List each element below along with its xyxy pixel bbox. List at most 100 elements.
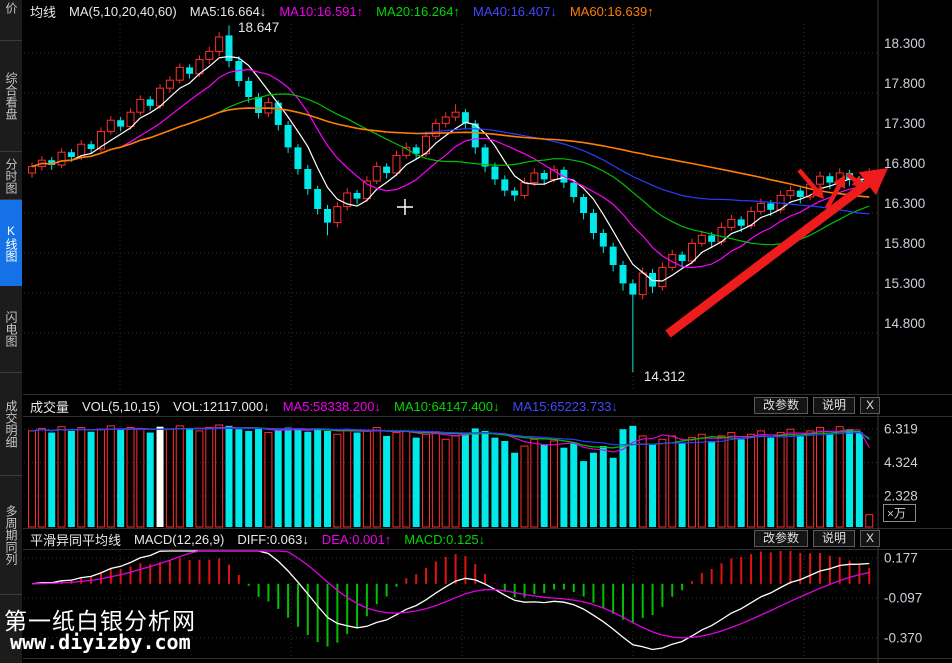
low-price-label: 14.312 bbox=[644, 369, 685, 384]
sidebar-item-intraday[interactable]: 分时图 bbox=[0, 152, 22, 200]
volume-bar bbox=[826, 434, 833, 527]
candle-body-down bbox=[600, 233, 607, 247]
sidebar-filler bbox=[0, 595, 22, 663]
macd-close-button[interactable]: X bbox=[860, 530, 880, 547]
volume-bar bbox=[68, 431, 75, 527]
volume-bar bbox=[285, 428, 292, 527]
volume-bar bbox=[442, 439, 449, 527]
sidebar: 价 综合看盘 分时图 K线图 闪电图 成交明细 多周期同列 bbox=[0, 0, 23, 663]
volume-bar bbox=[88, 432, 95, 527]
sidebar-item-overview[interactable]: 综合看盘 bbox=[0, 41, 22, 152]
volume-bar bbox=[757, 431, 764, 527]
candle-body-down bbox=[797, 191, 804, 197]
volume-bar bbox=[541, 444, 548, 527]
vol-ma15-value: MA15:65223.733↓ bbox=[513, 399, 619, 414]
candle-body-down bbox=[354, 193, 361, 199]
volume-bar bbox=[551, 441, 558, 527]
vol-ma5-value: MA5:58338.200↓ bbox=[283, 399, 381, 414]
macd-formula: MACD(12,26,9) bbox=[134, 532, 224, 547]
candle-body-down bbox=[147, 99, 154, 105]
candle-body-down bbox=[255, 97, 262, 113]
volume-bar bbox=[176, 426, 183, 527]
candle-body-down bbox=[314, 189, 321, 209]
volume-bar bbox=[600, 446, 607, 527]
candle-body-down bbox=[383, 167, 390, 173]
sidebar-item-quote[interactable]: 价 bbox=[0, 0, 22, 41]
dea-line bbox=[32, 551, 869, 638]
volume-bar bbox=[38, 428, 45, 527]
candle-body-up bbox=[137, 99, 144, 112]
candle-body-up bbox=[206, 51, 213, 59]
high-price-label: 18.647 bbox=[238, 20, 279, 35]
main-axis-label: 18.300 bbox=[884, 36, 925, 51]
sidebar-item-multi-period[interactable]: 多周期同列 bbox=[0, 476, 22, 595]
macd-help-button[interactable]: 说明 bbox=[813, 530, 855, 547]
candle-body-up bbox=[728, 219, 735, 227]
volume-bar bbox=[560, 448, 567, 527]
vol-value: VOL:12117.000↓ bbox=[173, 399, 270, 414]
volume-bar bbox=[472, 428, 479, 527]
macd-pane-buttons: 改参数 说明 X bbox=[754, 530, 880, 547]
candle-body-up bbox=[58, 152, 65, 165]
volume-bar bbox=[580, 461, 587, 527]
dea-value: DEA:0.001↑ bbox=[322, 532, 391, 547]
candle-body-down bbox=[767, 203, 774, 209]
volume-bar bbox=[117, 430, 124, 527]
volume-bar bbox=[334, 434, 341, 527]
volume-bar bbox=[206, 428, 213, 527]
candle-body-down bbox=[590, 213, 597, 233]
candle-body-up bbox=[166, 80, 173, 88]
volume-bar bbox=[669, 436, 676, 527]
vol-formula: VOL(5,10,15) bbox=[82, 399, 160, 414]
candle-body-up bbox=[334, 207, 341, 223]
ma-line-60 bbox=[32, 108, 869, 197]
sidebar-item-flash[interactable]: 闪电图 bbox=[0, 286, 22, 373]
candle-body-up bbox=[659, 267, 666, 286]
volume-bar bbox=[708, 441, 715, 527]
main-axis-label: 17.800 bbox=[884, 76, 925, 91]
candle-body-down bbox=[285, 125, 292, 147]
volume-close-button[interactable]: X bbox=[860, 397, 880, 414]
candle-body-down bbox=[117, 120, 124, 126]
candle-body-up bbox=[442, 117, 449, 123]
candle-body-down bbox=[501, 179, 508, 190]
volume-bar bbox=[58, 427, 65, 527]
volume-bar bbox=[226, 426, 233, 527]
volume-change-params-button[interactable]: 改参数 bbox=[754, 397, 808, 414]
main-axis-label: 15.800 bbox=[884, 236, 925, 251]
volume-bar bbox=[432, 432, 439, 527]
candle-body-up bbox=[817, 176, 824, 184]
volume-bar bbox=[590, 453, 597, 527]
sidebar-item-kline[interactable]: K线图 bbox=[0, 200, 22, 286]
macd-title: 平滑异同平均线 bbox=[30, 530, 121, 549]
volume-bar bbox=[698, 434, 705, 527]
macd-change-params-button[interactable]: 改参数 bbox=[754, 530, 808, 547]
candle-body-up bbox=[432, 123, 439, 136]
volume-axis-label: 6.319 bbox=[884, 422, 918, 437]
main-axis-label: 14.800 bbox=[884, 316, 925, 331]
volume-bar bbox=[846, 429, 853, 527]
candle-body-down bbox=[245, 81, 252, 97]
volume-bar bbox=[511, 453, 518, 527]
volume-bar bbox=[344, 429, 351, 527]
volume-bar bbox=[147, 433, 154, 527]
volume-bar bbox=[659, 439, 666, 527]
candle-body-down bbox=[738, 219, 745, 225]
volume-bar bbox=[767, 438, 774, 527]
sidebar-item-trade-detail[interactable]: 成交明细 bbox=[0, 373, 22, 476]
candle-body-down bbox=[186, 67, 193, 73]
macd-axis-label: 0.177 bbox=[884, 550, 918, 565]
volume-bar bbox=[787, 429, 794, 527]
candle-body-down bbox=[610, 247, 617, 265]
candle-body-up bbox=[757, 203, 764, 211]
volume-bar bbox=[403, 431, 410, 527]
volume-bar bbox=[649, 444, 656, 527]
volume-help-button[interactable]: 说明 bbox=[813, 397, 855, 414]
volume-bar bbox=[127, 428, 134, 527]
volume-bar bbox=[235, 429, 242, 527]
volume-bar bbox=[186, 428, 193, 527]
diff-value: DIFF:0.063↓ bbox=[237, 532, 309, 547]
volume-bar bbox=[393, 433, 400, 527]
chart-canvas[interactable]: 18.30017.80017.30016.80016.30015.80015.3… bbox=[0, 0, 952, 663]
candle-body-down bbox=[826, 176, 833, 182]
